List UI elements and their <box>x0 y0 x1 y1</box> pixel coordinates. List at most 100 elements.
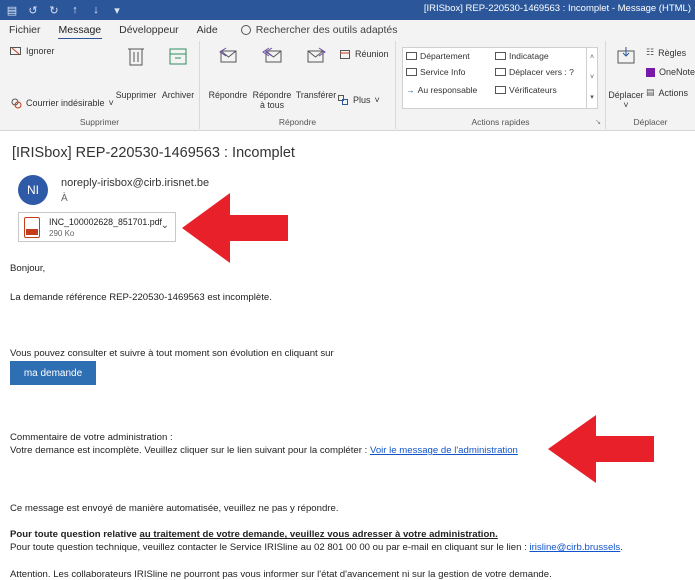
to-label: À <box>61 193 68 204</box>
quick-step-label: Service Info <box>420 67 466 77</box>
forward-label: Transférer <box>295 90 337 100</box>
gallery-scroll[interactable]: ˄ ˅ ▾ <box>586 48 597 108</box>
attachment-size: 290 Ko <box>49 229 75 238</box>
onenote-label: OneNote <box>659 67 695 77</box>
ignore-label: Ignorer <box>26 46 55 56</box>
quick-step-verificateurs[interactable]: Vérificateurs <box>495 85 557 95</box>
group-label-supprimer: Supprimer <box>79 117 120 127</box>
rules-icon: ☷ <box>646 47 655 57</box>
incomplete-notice: La demande référence REP-220530-1469563 … <box>10 292 272 303</box>
save-icon[interactable]: ▤ <box>6 4 18 17</box>
delete-button[interactable]: Supprimer <box>116 45 156 100</box>
quick-step-au-responsable[interactable]: → Au responsable <box>406 85 477 95</box>
pdf-icon <box>24 217 40 238</box>
arrow-up-icon[interactable]: ↑ <box>69 4 81 16</box>
question-underlined: au traitement de votre demande, veuillez… <box>139 529 498 540</box>
forward-icon <box>307 47 326 63</box>
title-bar: ▤ ↺ ↻ ↑ ↓ ▾ [IRISbox] REP-220530-1469563… <box>0 0 695 20</box>
envelope-icon <box>406 68 417 76</box>
rules-button[interactable]: ☷ Règles <box>646 47 686 58</box>
group-supprimer: Ignorer Courrier indésirable ˅ Supprimer … <box>0 41 200 129</box>
reply-all-label-2: à tous <box>260 100 284 110</box>
tell-me-search[interactable]: Rechercher des outils adaptés <box>227 24 407 36</box>
quick-step-label: Département <box>420 51 470 61</box>
ribbon: Ignorer Courrier indésirable ˅ Supprimer … <box>0 39 695 131</box>
chevron-down-icon[interactable]: ⌄ <box>161 220 169 231</box>
greeting: Bonjour, <box>10 263 46 274</box>
reply-icon <box>219 47 237 63</box>
arrow-right-icon: → <box>406 85 415 95</box>
customize-toolbar-icon[interactable]: ▾ <box>111 4 123 17</box>
forward-button[interactable]: Transférer <box>294 45 338 100</box>
actions-icon: ▤ <box>646 87 655 97</box>
envelope-icon <box>406 52 417 60</box>
archive-button[interactable]: Archiver <box>158 45 198 100</box>
quick-step-deplacer-vers[interactable]: Déplacer vers : ? <box>495 67 574 77</box>
reply-all-button[interactable]: Répondre à tous <box>250 45 294 110</box>
reply-button[interactable]: Répondre <box>206 45 250 100</box>
chevron-down-icon: ˅ <box>374 95 380 105</box>
red-arrow-icon <box>182 193 288 263</box>
quick-step-label: Au responsable <box>417 85 478 95</box>
quick-steps-gallery: Département Service Info → Au responsable… <box>402 47 598 109</box>
arrow-down-icon[interactable]: ↓ <box>90 4 102 16</box>
window-title: [IRISbox] REP-220530-1469563 : Incomplet… <box>423 3 691 14</box>
lightbulb-icon <box>240 24 251 35</box>
junk-icon <box>11 98 22 109</box>
comment-text: Votre demance est incomplète. Veuillez c… <box>10 445 370 456</box>
quick-step-label: Vérificateurs <box>509 85 557 95</box>
question-bold: Pour toute question relative <box>10 529 140 540</box>
ribbon-tabs: Fichier Message Développeur Aide Recherc… <box>0 20 695 40</box>
sender-address[interactable]: noreply-irisbox@cirb.irisnet.be <box>61 177 209 189</box>
move-button[interactable]: Déplacer ˅ <box>608 45 644 110</box>
red-arrow-icon <box>548 415 654 483</box>
actions-label: Actions <box>658 87 689 98</box>
attention-notice: Attention. Les collaborateurs IRISline n… <box>10 569 552 580</box>
quick-step-departement[interactable]: Département <box>406 51 470 61</box>
question-text: Pour toute question technique, veuillez … <box>10 542 530 553</box>
group-actions-rapides: Département Service Info → Au responsable… <box>396 41 606 129</box>
group-repondre: Répondre Répondre à tous Transférer Réun… <box>200 41 396 129</box>
actions-button[interactable]: ▤ Actions <box>646 87 688 98</box>
more-icon <box>338 95 348 105</box>
question-line-1: Pour toute question relative au traiteme… <box>10 529 498 540</box>
my-request-button[interactable]: ma demande <box>10 361 96 385</box>
question-line-2: Pour toute question technique, veuillez … <box>10 542 623 553</box>
admin-message-link[interactable]: Voir le message de l'administration <box>370 445 518 456</box>
group-label-actions-rapides: Actions rapides <box>471 117 530 127</box>
envelope-icon <box>495 52 506 60</box>
rules-label: Règles <box>658 47 687 58</box>
irisline-email-link[interactable]: irisline@cirb.brussels <box>529 542 620 553</box>
chevron-down-icon: ˅ <box>108 98 114 108</box>
redo-icon[interactable]: ↻ <box>48 4 60 17</box>
tab-fichier[interactable]: Fichier <box>0 24 50 36</box>
move-icon <box>495 68 506 76</box>
more-button[interactable]: Plus ˅ <box>338 95 380 105</box>
tab-developpeur[interactable]: Développeur <box>110 24 188 36</box>
tab-message[interactable]: Message <box>50 24 111 40</box>
reply-all-label: Répondre <box>252 90 292 100</box>
quick-step-indicatage[interactable]: Indicatage <box>495 51 549 61</box>
dialog-launcher-icon[interactable]: ↘ <box>595 118 601 126</box>
onenote-icon <box>646 67 655 77</box>
folder-move-icon <box>617 47 635 64</box>
trash-icon <box>128 48 144 66</box>
meeting-button[interactable]: Réunion <box>340 49 389 59</box>
search-label: Rechercher des outils adaptés <box>255 23 398 36</box>
meeting-label: Réunion <box>355 49 389 59</box>
attachment-card[interactable]: INC_100002628_851701.pdf 290 Ko ⌄ <box>18 212 176 242</box>
message-subject: [IRISbox] REP-220530-1469563 : Incomplet <box>12 145 295 161</box>
ignore-button[interactable]: Ignorer <box>10 46 55 56</box>
comment-line: Votre demance est incomplète. Veuillez c… <box>10 445 518 456</box>
tab-aide[interactable]: Aide <box>188 24 227 36</box>
group-label-repondre: Répondre <box>278 117 317 127</box>
question-end: . <box>620 542 623 553</box>
undo-icon[interactable]: ↺ <box>27 4 39 17</box>
quick-step-service-info[interactable]: Service Info <box>406 67 465 77</box>
avatar[interactable]: NI <box>18 175 48 205</box>
quick-step-label: Déplacer vers : ? <box>509 67 574 77</box>
onenote-button[interactable]: OneNote <box>646 67 695 77</box>
ignore-icon <box>10 47 21 55</box>
junk-label: Courrier indésirable <box>26 98 105 108</box>
junk-button[interactable]: Courrier indésirable ˅ <box>10 97 114 109</box>
